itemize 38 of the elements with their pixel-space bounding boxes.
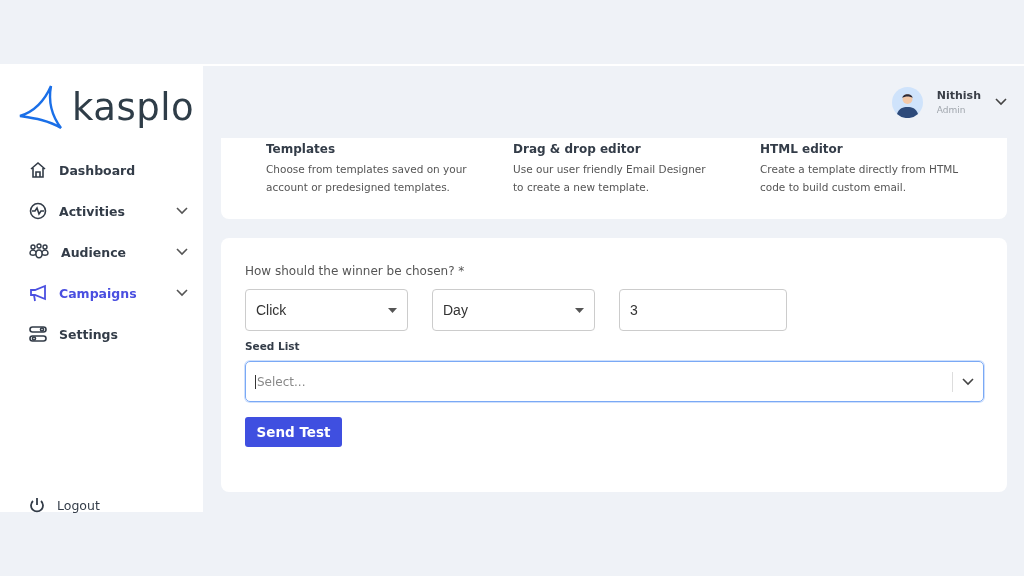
chevron-down-icon — [176, 207, 188, 215]
activity-icon — [29, 202, 47, 220]
sidebar-item[interactable]: Dashboard — [29, 160, 188, 180]
power-icon — [29, 497, 45, 513]
logout-item[interactable]: Logout — [18, 498, 203, 512]
chevron-down-icon — [176, 289, 188, 297]
input-field[interactable]: 3 — [619, 289, 787, 331]
feature-title: Templates — [266, 142, 337, 156]
people-icon — [29, 243, 49, 261]
caret-icon — [388, 307, 397, 313]
caret-icon — [575, 307, 584, 313]
seed-list-select[interactable]: Select... — [245, 361, 984, 402]
toggles-icon — [29, 325, 47, 343]
user-menu-toggle[interactable] — [995, 98, 1007, 106]
dropdown[interactable]: Day — [432, 289, 595, 331]
chevron-down-icon — [962, 377, 974, 386]
field-label: Seed List — [245, 340, 301, 352]
home-icon — [29, 161, 47, 179]
sidebar-item[interactable]: Campaigns — [29, 283, 188, 303]
dropdown[interactable]: Click — [245, 289, 408, 331]
send-test-button[interactable]: Send Test — [245, 417, 342, 447]
feature-description: Choose from templates saved on your account or predesigned templates. — [266, 162, 468, 195]
logo-text: kasplo — [72, 85, 195, 129]
feature-description: Create a template directly from HTML code to build custom email. — [760, 162, 960, 195]
user-role: Admin — [936, 105, 967, 115]
avatar — [891, 86, 923, 118]
chevron-down-icon — [176, 248, 188, 256]
feature-title: Drag & drop editor — [513, 142, 642, 156]
feature-description: Use our user friendly Email Designer to create a new template. — [513, 162, 707, 195]
logo-icon — [18, 84, 64, 130]
sidebar-item[interactable]: Audience — [29, 242, 188, 262]
feature-title: HTML editor — [760, 142, 844, 156]
megaphone-icon — [29, 284, 47, 302]
sidebar-item[interactable]: Settings — [29, 324, 188, 344]
chevron-down-icon — [995, 98, 1007, 106]
sidebar-item[interactable]: Activities — [29, 201, 188, 221]
question-label: How should the winner be chosen? * — [245, 264, 466, 278]
user-name: Nithish — [936, 89, 981, 102]
